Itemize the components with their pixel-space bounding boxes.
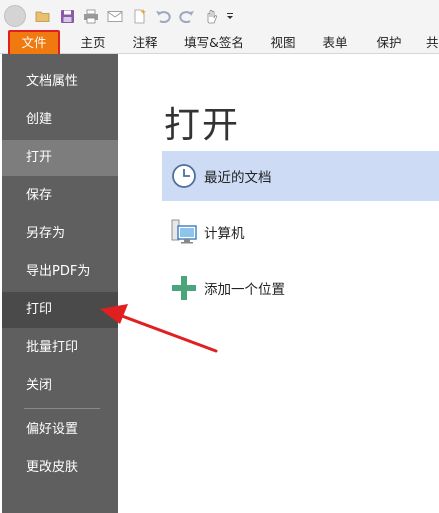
tab-fill-sign[interactable]: 填写&签名 [184,32,244,54]
email-icon[interactable] [104,5,126,27]
save-icon[interactable] [56,5,78,27]
nav-batch-print[interactable]: 批量打印 [2,330,118,366]
nav-create[interactable]: 创建 [2,102,118,138]
clock-icon [170,162,198,190]
nav-save-as[interactable]: 另存为 [2,216,118,252]
nav-divider [24,408,100,409]
new-icon[interactable] [128,5,150,27]
redo-icon[interactable] [176,5,198,27]
ribbon-tab-bar: 文件 主页 注释 填写&签名 视图 表单 保护 共 [0,30,439,56]
print-icon[interactable] [80,5,102,27]
tab-share[interactable]: 共 [426,32,439,54]
location-label: 计算机 [204,226,245,242]
page-title: 打开 [164,105,241,146]
nav-save[interactable]: 保存 [2,178,118,214]
tab-protect[interactable]: 保护 [374,32,404,54]
tab-file[interactable]: 文件 [8,30,60,56]
tab-comment[interactable]: 注释 [130,32,160,54]
computer-icon [170,218,198,246]
location-add-place[interactable]: 添加一个位置 [162,263,439,313]
location-label: 最近的文档 [204,170,272,186]
app-window: 文件 主页 注释 填写&签名 视图 表单 保护 共 文档属性 创建 打开 保存 … [0,0,439,513]
backstage-nav: 文档属性 创建 打开 保存 另存为 导出PDF为 打印 批量打印 关闭 偏好设置… [2,54,118,513]
nav-change-skin[interactable]: 更改皮肤 [2,450,118,486]
hand-tool-icon[interactable] [200,5,222,27]
undo-icon[interactable] [152,5,174,27]
quick-access-toolbar [0,0,439,32]
open-folder-icon[interactable] [32,5,54,27]
nav-preferences[interactable]: 偏好设置 [2,412,118,448]
tab-view[interactable]: 视图 [268,32,298,54]
app-orb[interactable] [4,5,26,27]
nav-open[interactable]: 打开 [2,140,118,176]
tab-home[interactable]: 主页 [78,32,108,54]
nav-close[interactable]: 关闭 [2,368,118,404]
nav-export-pdf[interactable]: 导出PDF为 [2,254,118,290]
nav-document-properties[interactable]: 文档属性 [2,64,118,100]
location-computer[interactable]: 计算机 [162,207,439,257]
plus-icon [170,274,198,302]
backstage-content: 打开 最近的文档 计算机 添加一个位置 [118,54,439,513]
location-recent-documents[interactable]: 最近的文档 [162,151,439,201]
nav-print[interactable]: 打印 [2,292,118,328]
customize-dropdown-icon[interactable] [224,5,236,27]
location-label: 添加一个位置 [204,282,285,298]
tab-form[interactable]: 表单 [320,32,350,54]
